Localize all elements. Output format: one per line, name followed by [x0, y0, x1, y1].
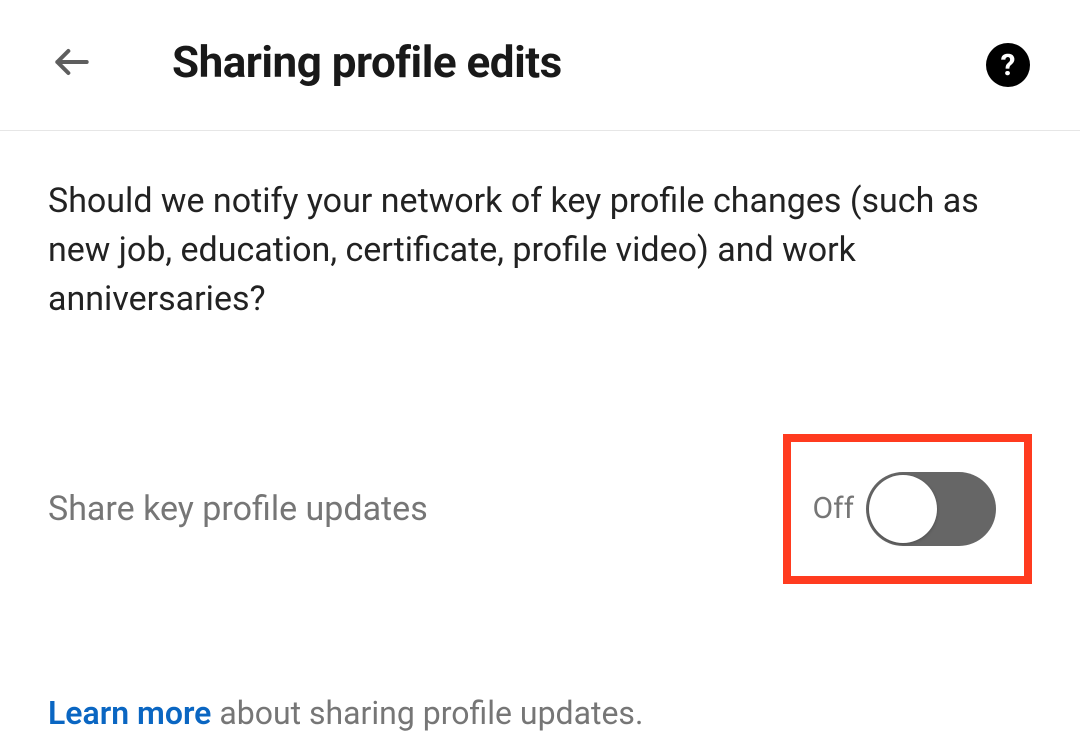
setting-row: Share key profile updates Off [48, 434, 1032, 584]
toggle-switch[interactable] [866, 472, 996, 546]
content-area: Should we notify your network of key pro… [0, 131, 1080, 732]
learn-more-row: Learn more about sharing profile updates… [48, 694, 1032, 732]
header-bar: Sharing profile edits ? [0, 0, 1080, 131]
toggle-state-text: Off [813, 491, 855, 526]
learn-more-text: about sharing profile updates. [211, 694, 643, 732]
learn-more-link[interactable]: Learn more [48, 694, 211, 732]
back-button[interactable] [48, 38, 96, 86]
toggle-knob [869, 475, 937, 543]
arrow-left-icon [50, 40, 94, 84]
page-title: Sharing profile edits [172, 36, 562, 88]
setting-description: Should we notify your network of key pro… [48, 177, 1032, 324]
toggle-highlight-box: Off [783, 434, 1033, 584]
help-button[interactable]: ? [986, 43, 1030, 87]
question-mark-icon: ? [1001, 48, 1016, 83]
setting-label: Share key profile updates [48, 489, 428, 529]
